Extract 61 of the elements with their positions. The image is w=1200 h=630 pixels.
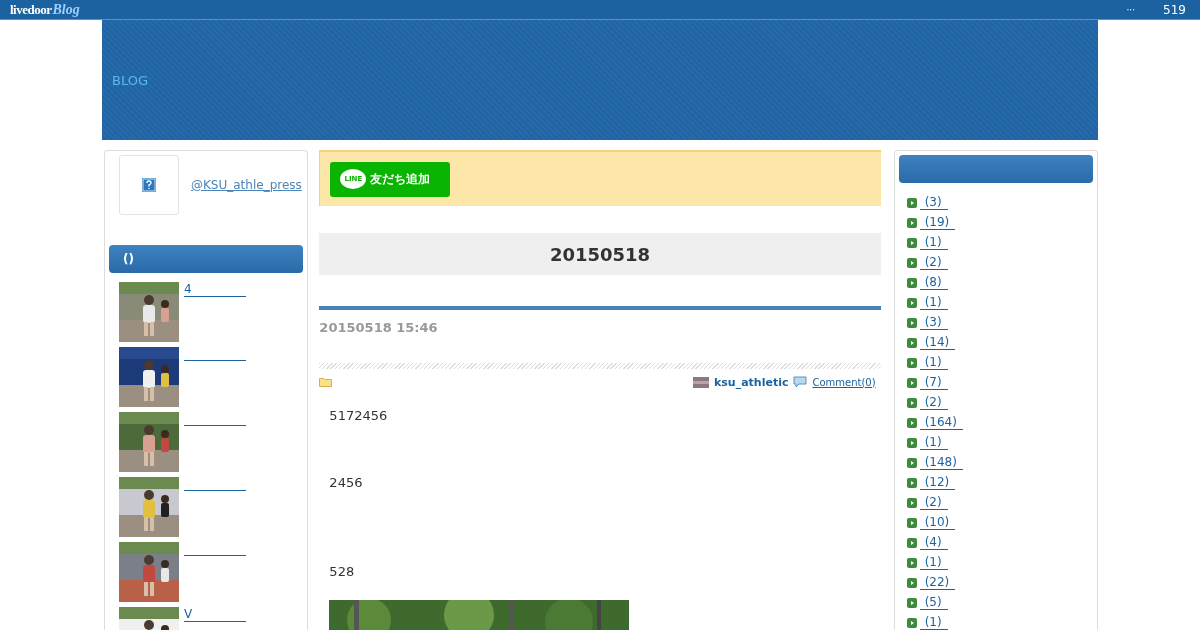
category-link[interactable]: (1) — [919, 296, 948, 310]
category-link[interactable]: (1) — [919, 436, 948, 450]
category-link[interactable]: (19) — [919, 216, 956, 230]
play-icon — [906, 478, 917, 488]
comment-link[interactable]: Comment(0) — [812, 376, 876, 388]
play-icon — [906, 378, 917, 388]
category-link[interactable]: (10) — [919, 516, 956, 530]
category-link[interactable]: (148) — [919, 456, 963, 470]
date-heading: 20150518 — [319, 233, 881, 275]
play-icon — [906, 238, 917, 248]
play-icon — [906, 498, 917, 508]
category-link[interactable]: (2) — [919, 396, 948, 410]
category-link[interactable]: (2) — [919, 496, 948, 510]
play-icon — [906, 278, 917, 288]
logo-script[interactable]: Blog — [52, 1, 80, 18]
profile-link[interactable]: @KSU_athle_press — [191, 178, 302, 192]
category-link[interactable]: (1) — [919, 616, 948, 630]
author-link[interactable]: ksu_athletic — [713, 375, 789, 389]
play-icon — [906, 538, 917, 548]
play-icon — [906, 298, 917, 308]
category-link[interactable]: (4) — [919, 536, 948, 550]
category-link[interactable]: (12) — [919, 476, 956, 490]
category-link[interactable]: (2) — [919, 256, 948, 270]
post-link[interactable]: V — [184, 607, 246, 622]
section-heading: () — [109, 245, 304, 273]
category-link[interactable]: (5) — [919, 596, 948, 610]
play-icon — [906, 418, 917, 428]
broken-image-icon — [142, 178, 156, 192]
category-link[interactable]: (7) — [919, 376, 948, 390]
paragraph: 2456 — [329, 475, 364, 490]
menu-dots[interactable]: ··· — [1126, 5, 1136, 14]
play-icon — [906, 358, 917, 368]
play-icon — [906, 578, 917, 588]
speech-bubble-icon — [793, 376, 808, 388]
category-link[interactable]: (1) — [919, 556, 948, 570]
play-icon — [906, 318, 917, 328]
category-link[interactable]: (164) — [919, 416, 963, 430]
play-icon — [906, 438, 917, 448]
category-link[interactable]: (22) — [919, 576, 956, 590]
category-link[interactable]: (3) — [919, 196, 948, 210]
category-link[interactable]: (3) — [919, 316, 948, 330]
play-icon — [906, 198, 917, 208]
play-icon — [906, 258, 917, 268]
category-link[interactable]: (14) — [919, 336, 956, 350]
play-icon — [906, 338, 917, 348]
play-icon — [906, 458, 917, 468]
play-icon — [906, 598, 917, 608]
paragraph: 528 — [329, 564, 356, 579]
author-avatar — [692, 376, 709, 388]
logo-text[interactable]: livedoor — [10, 1, 52, 18]
count-text: 519 — [1163, 2, 1186, 17]
post-link[interactable]: 4 — [184, 282, 246, 297]
play-icon — [906, 218, 917, 228]
play-icon — [906, 558, 917, 568]
paragraph: 5172456 — [329, 408, 389, 423]
play-icon — [906, 398, 917, 408]
category-link[interactable]: (1) — [919, 236, 948, 250]
post-timestamp: 20150518 15:46 — [319, 320, 439, 335]
category-link[interactable]: (1) — [919, 356, 948, 370]
play-icon — [906, 518, 917, 528]
category-link[interactable]: (8) — [919, 276, 948, 290]
